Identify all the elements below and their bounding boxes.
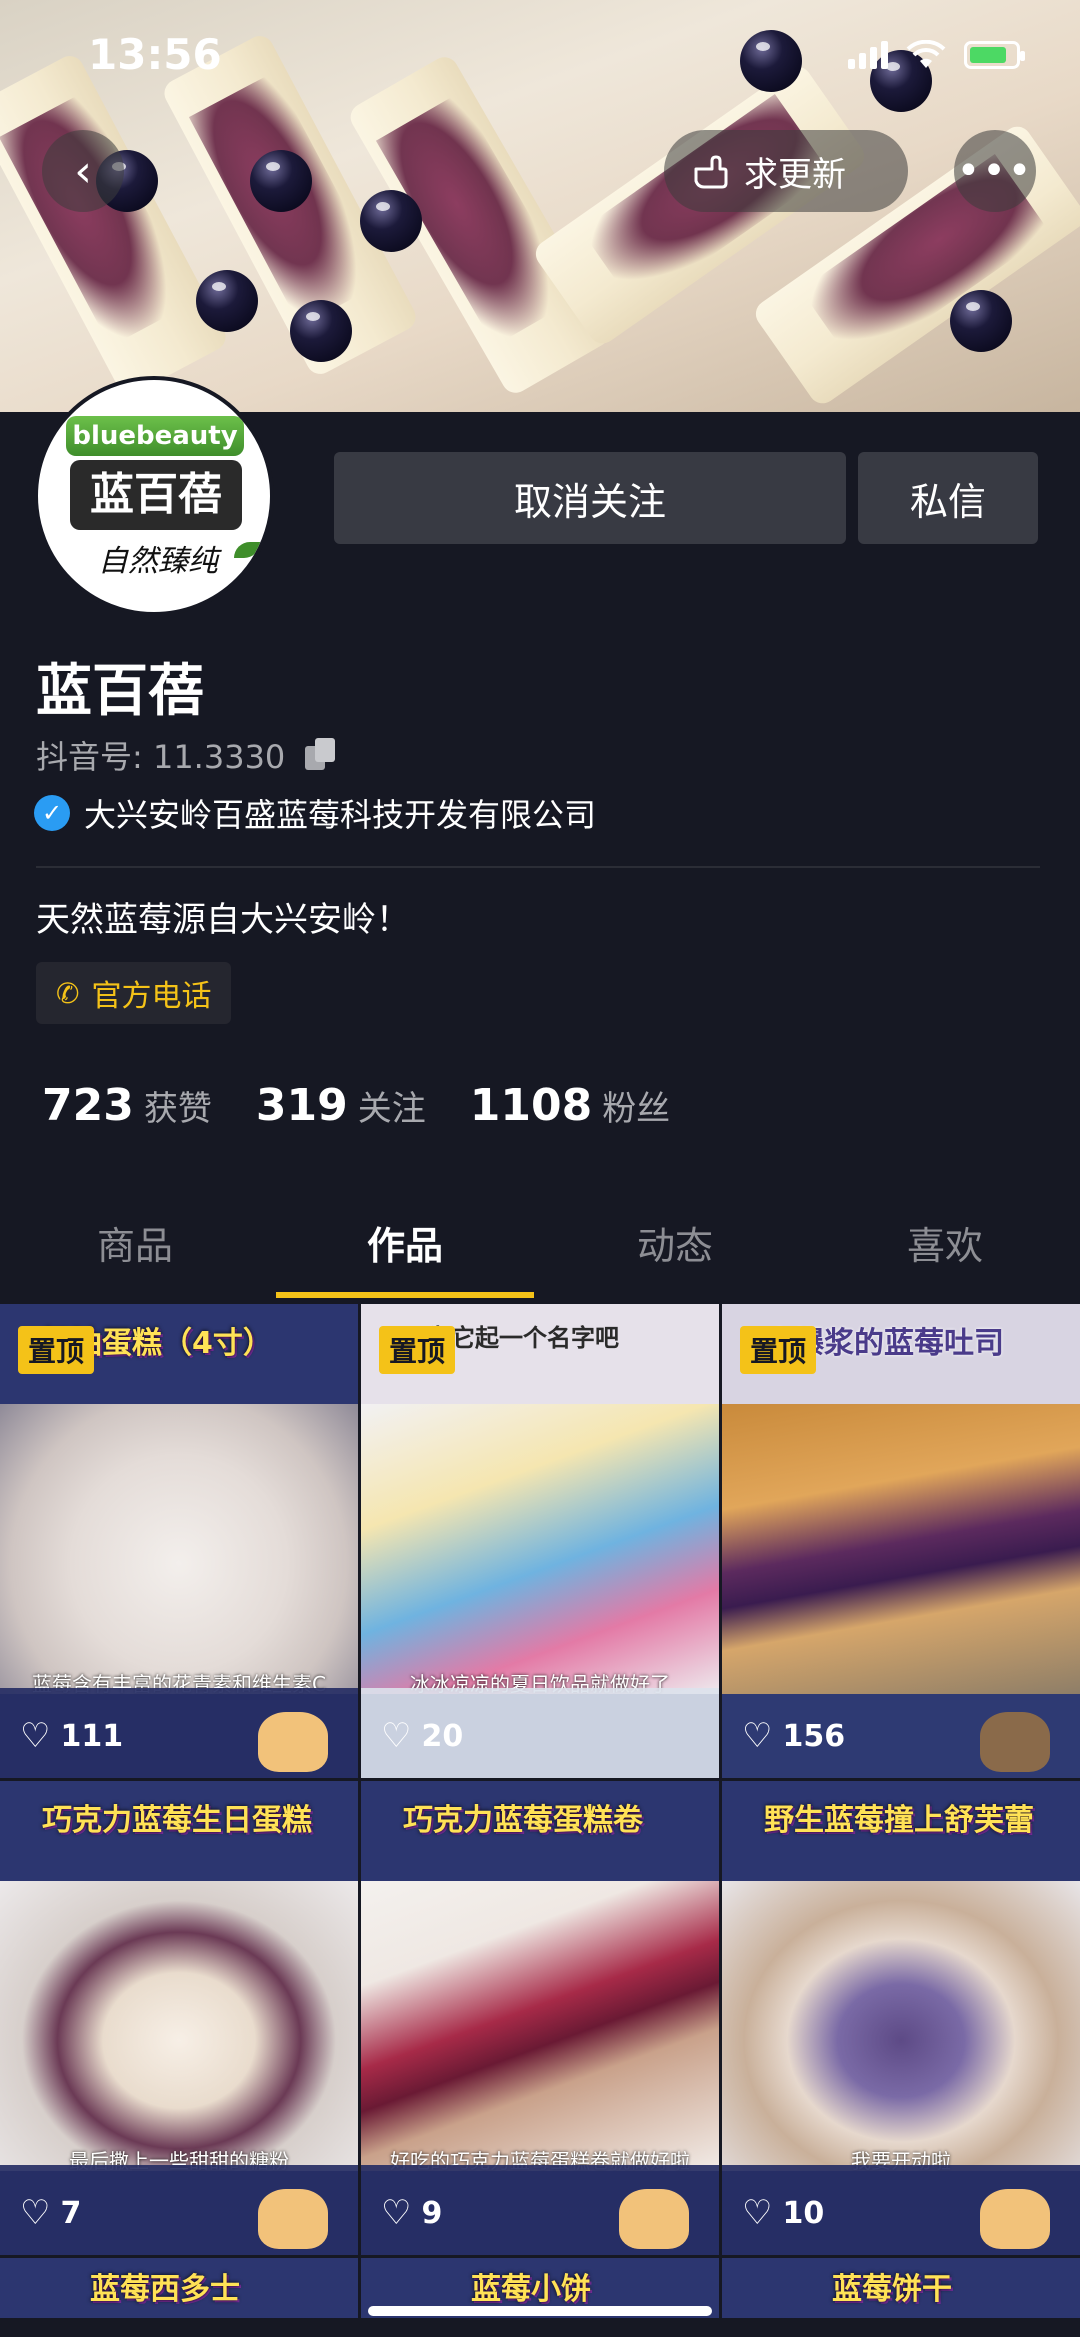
heart-icon: ♡ xyxy=(20,2193,51,2233)
tab-products[interactable]: 商品 xyxy=(0,1200,270,1298)
video-thumbnail[interactable]: 蓝莓西多士 xyxy=(0,2258,358,2318)
pinned-badge: 置顶 xyxy=(18,1326,95,1374)
verified-org-name: 大兴安岭百盛蓝莓科技开发有限公司 xyxy=(84,796,597,834)
avatar[interactable]: bluebeauty 蓝百蓓 自然臻纯 xyxy=(34,376,274,616)
stat-number: 319 xyxy=(255,1080,348,1131)
video-thumbnail[interactable]: 区为它起一个名字吧 置顶 冰冰凉凉的夏日饮品就做好了 ♡ 20 xyxy=(361,1304,719,1778)
verified-check-icon: ✓ xyxy=(34,795,70,831)
tab-likes[interactable]: 喜欢 xyxy=(810,1200,1080,1298)
heart-icon: ♡ xyxy=(742,2193,773,2233)
video-thumbnail[interactable]: 巧克力蓝莓蛋糕卷 好吃的巧克力蓝莓蛋糕卷就做好啦 ♡ 9 xyxy=(361,1781,719,2255)
stat-label: 获赞 xyxy=(143,1089,212,1129)
stat-followers[interactable]: 1108 粉丝 xyxy=(470,1080,670,1131)
blueberry xyxy=(740,30,802,92)
cat-sticker xyxy=(980,2189,1050,2249)
official-phone-label: 官方电话 xyxy=(91,979,212,1014)
cover-banner: 13:56 ‹ 求更新 ••• xyxy=(0,0,1080,412)
profile-tabs: 商品 作品 动态 喜欢 xyxy=(0,1200,1080,1298)
video-thumbnail[interactable]: 巧克力蓝莓生日蛋糕 最后撒上一些甜甜的糖粉 ♡ 7 xyxy=(0,1781,358,2255)
like-count: ♡ 10 xyxy=(742,2193,824,2233)
status-time: 13:56 xyxy=(88,30,222,79)
cat-sticker xyxy=(258,2189,328,2249)
like-number: 111 xyxy=(60,1718,124,1754)
douyin-id: 抖音号: 11.3330 xyxy=(36,732,339,778)
message-button[interactable]: 私信 xyxy=(858,452,1038,544)
video-thumbnail[interactable]: 奶油蛋糕（4寸） 置顶 蓝莓含有丰富的花青素和维生素C ♡ 111 xyxy=(0,1304,358,1778)
video-title: 蓝莓西多士 xyxy=(90,2272,240,2307)
stats: 723 获赞 319 关注 1108 粉丝 xyxy=(42,1080,670,1131)
brand-slogan: 自然臻纯 xyxy=(98,544,218,579)
like-number: 20 xyxy=(421,1718,464,1754)
pointing-hand-icon xyxy=(694,155,728,189)
blueberry xyxy=(290,300,352,362)
chevron-left-icon: ‹ xyxy=(74,145,92,197)
more-button[interactable]: ••• xyxy=(954,130,1036,212)
like-count: ♡ 7 xyxy=(20,2193,81,2233)
pinned-badge: 置顶 xyxy=(379,1326,456,1374)
heart-icon: ♡ xyxy=(381,1716,412,1756)
more-dots-icon: ••• xyxy=(956,148,1034,194)
status-icons xyxy=(848,40,1025,70)
signal-icon xyxy=(848,41,888,69)
copy-icon[interactable] xyxy=(305,738,339,772)
like-count: ♡ 20 xyxy=(381,1716,463,1756)
home-indicator xyxy=(368,2306,712,2316)
video-title: 蓝莓饼干 xyxy=(832,2272,952,2307)
blueberry xyxy=(950,290,1012,352)
blueberry xyxy=(360,190,422,252)
like-number: 7 xyxy=(60,2195,82,2231)
request-update-label: 求更新 xyxy=(744,154,846,195)
heart-icon: ♡ xyxy=(20,1716,51,1756)
stat-number: 1108 xyxy=(469,1080,593,1131)
stat-likes: 723 获赞 xyxy=(42,1080,212,1131)
video-thumbnail[interactable]: 野生蓝莓撞上舒芙蕾 我要开动啦 ♡ 10 xyxy=(722,1781,1080,2255)
battery-icon xyxy=(964,41,1025,69)
video-thumbnail[interactable]: 蓝莓饼干 xyxy=(722,2258,1080,2318)
verified-org: ✓ 大兴安岭百盛蓝莓科技开发有限公司 xyxy=(34,790,596,836)
like-number: 10 xyxy=(782,2195,825,2231)
stat-label: 关注 xyxy=(357,1089,426,1129)
heart-icon: ♡ xyxy=(381,2193,412,2233)
profile-name: 蓝百蓓 xyxy=(36,659,204,724)
divider xyxy=(36,866,1040,868)
official-phone-button[interactable]: ✆ 官方电话 xyxy=(36,962,232,1024)
like-number: 9 xyxy=(421,2195,443,2231)
video-title: 蓝莓小饼 xyxy=(471,2272,591,2307)
stat-number: 723 xyxy=(42,1080,134,1131)
brand-logo-cn: 蓝百蓓 xyxy=(70,460,242,530)
video-title: 巧克力蓝莓蛋糕卷 xyxy=(403,1803,643,1838)
like-count: ♡ 111 xyxy=(20,1716,123,1756)
squirrel-sticker xyxy=(980,1712,1050,1772)
brand-logo-en: bluebeauty xyxy=(66,416,244,456)
blueberry xyxy=(196,270,258,332)
video-grid: 奶油蛋糕（4寸） 置顶 蓝莓含有丰富的花青素和维生素C ♡ 111 区为它起一个… xyxy=(0,1304,1080,2318)
video-thumbnail[interactable]: 会爆浆的蓝莓吐司 置顶 ♡ 156 xyxy=(722,1304,1080,1778)
request-update-button[interactable]: 求更新 xyxy=(664,130,908,212)
pinned-badge: 置顶 xyxy=(740,1326,817,1374)
stat-label: 粉丝 xyxy=(602,1089,671,1129)
like-count: ♡ 156 xyxy=(742,1716,845,1756)
blueberry xyxy=(250,150,312,212)
back-button[interactable]: ‹ xyxy=(42,130,124,212)
unfollow-button[interactable]: 取消关注 xyxy=(334,452,846,544)
video-title: 野生蓝莓撞上舒芙蕾 xyxy=(764,1803,1034,1838)
heart-icon: ♡ xyxy=(742,1716,773,1756)
wifi-icon xyxy=(906,40,946,68)
like-count: ♡ 9 xyxy=(381,2193,442,2233)
cat-sticker xyxy=(258,1712,328,1772)
video-title: 巧克力蓝莓生日蛋糕 xyxy=(42,1803,312,1838)
tab-works[interactable]: 作品 xyxy=(270,1200,540,1298)
cat-sticker xyxy=(619,2189,689,2249)
bio: 天然蓝莓源自大兴安岭！ xyxy=(36,900,410,940)
tab-moments[interactable]: 动态 xyxy=(540,1200,810,1298)
douyin-id-text: 抖音号: 11.3330 xyxy=(36,738,286,776)
phone-icon: ✆ xyxy=(56,976,80,1010)
stat-following[interactable]: 319 关注 xyxy=(256,1080,426,1131)
like-number: 156 xyxy=(782,1718,846,1754)
